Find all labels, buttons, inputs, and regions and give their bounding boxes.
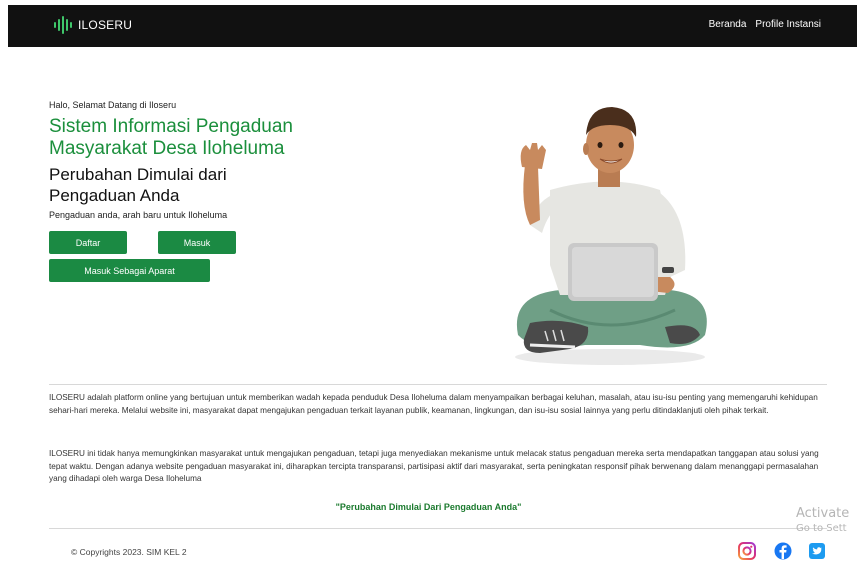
nav-links: Beranda Profile Instansi [709, 19, 821, 30]
instagram-icon[interactable] [738, 542, 756, 560]
about-paragraph-1: ILOSERU adalah platform online yang bert… [49, 393, 818, 415]
nav-link-profile-instansi[interactable]: Profile Instansi [755, 19, 821, 30]
watermark-line-1: Activate [796, 506, 850, 521]
windows-activation-watermark: Activate Go to Sett [796, 506, 849, 534]
masuk-aparat-button[interactable]: Masuk Sebagai Aparat [49, 259, 210, 282]
hero-illustration [515, 107, 707, 365]
hero-tagline: Pengaduan anda, arah baru untuk Ilohelum… [49, 210, 228, 220]
masuk-button[interactable]: Masuk [158, 231, 236, 254]
divider-footer [49, 528, 827, 529]
hero-subtitle: Perubahan Dimulai dari Pengaduan Anda [49, 165, 227, 205]
hero-section: Halo, Selamat Datang di Iloseru Sistem I… [49, 100, 369, 220]
brand-name: ILOSERU [78, 18, 133, 32]
brand[interactable]: ILOSERU [54, 16, 132, 34]
brand-logo-icon [54, 16, 72, 34]
copyright-text: © Copyrights 2023. SIM KEL 2 [71, 547, 187, 557]
watermark-line-2: Go to Sett [796, 523, 847, 534]
daftar-button[interactable]: Daftar [49, 231, 127, 254]
hero-title: Sistem Informasi Pengaduan Masyarakat De… [49, 116, 293, 159]
about-paragraph-2: ILOSERU ini tidak hanya memungkinkan mas… [49, 449, 819, 483]
greeting-text: Halo, Selamat Datang di Iloseru [49, 100, 177, 110]
facebook-icon[interactable] [774, 542, 792, 560]
slogan-quote: "Perubahan Dimulai Dari Pengaduan Anda" [335, 502, 522, 512]
twitter-icon[interactable] [808, 542, 826, 560]
divider-top [49, 384, 827, 385]
nav-link-beranda[interactable]: Beranda [709, 19, 747, 30]
top-navbar: ILOSERU Beranda Profile Instansi [8, 5, 857, 47]
